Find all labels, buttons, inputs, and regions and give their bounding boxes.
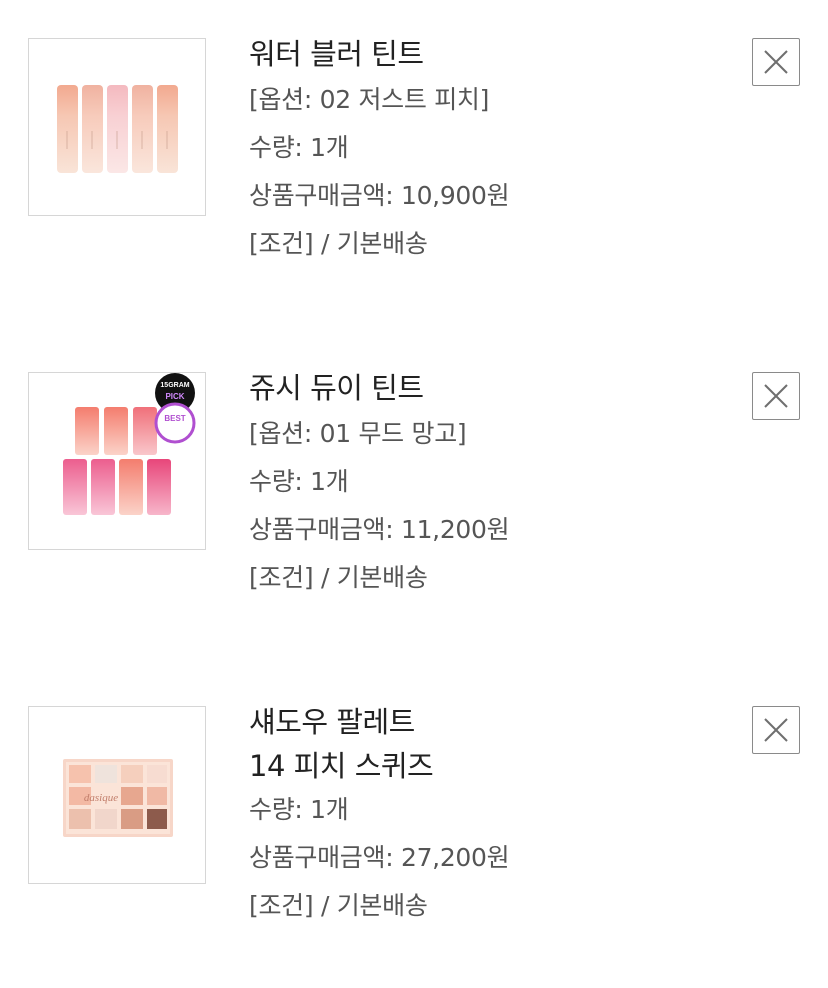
product-name[interactable]: 워터 블러 틴트 xyxy=(249,32,729,76)
product-shipping: [조건] / 기본배송 xyxy=(249,229,428,258)
close-icon xyxy=(764,718,788,742)
close-icon xyxy=(764,384,788,408)
product-price: 상품구매금액: 11,200원 xyxy=(249,515,510,544)
product-price: 상품구매금액: 10,900원 xyxy=(249,181,510,210)
product-name-line: 섀도우 팔레트 xyxy=(249,705,415,739)
product-info: 워터 블러 틴트 [옵션: 02 저스트 피치] 수량: 1개 상품구매금액: … xyxy=(249,37,729,268)
product-thumbnail[interactable]: 15GRAM PICK BEST xyxy=(28,372,206,550)
palette-brand-logo: dasique xyxy=(84,792,118,804)
product-name-line: 워터 블러 틴트 xyxy=(249,37,424,71)
product-shipping: [조건] / 기본배송 xyxy=(249,891,428,920)
product-name[interactable]: 섀도우 팔레트 14 피치 스퀴즈 xyxy=(249,700,729,788)
lip-tint-bottles-image: 15GRAM PICK BEST xyxy=(63,373,196,515)
product-quantity: 수량: 1개 xyxy=(249,467,349,496)
product-price: 상품구매금액: 27,200원 xyxy=(249,843,510,872)
product-name-line: 쥬시 듀이 틴트 xyxy=(249,371,424,405)
product-thumbnail[interactable]: dasique xyxy=(28,706,206,884)
cart-item: 15GRAM PICK BEST 쥬시 듀이 틴트 [옵션: 01 무드 망고]… xyxy=(0,371,828,652)
svg-text:BEST: BEST xyxy=(164,414,185,423)
product-thumbnail[interactable] xyxy=(28,38,206,216)
product-option: [옵션: 02 저스트 피치] xyxy=(249,85,490,114)
best-badge-icon xyxy=(154,402,196,444)
product-quantity: 수량: 1개 xyxy=(249,133,349,162)
close-icon xyxy=(764,50,788,74)
product-name[interactable]: 쥬시 듀이 틴트 xyxy=(249,366,729,410)
product-info: 쥬시 듀이 틴트 [옵션: 01 무드 망고] 수량: 1개 상품구매금액: 1… xyxy=(249,371,729,602)
remove-item-button[interactable] xyxy=(752,706,800,754)
product-shipping: [조건] / 기본배송 xyxy=(249,563,428,592)
product-info: 섀도우 팔레트 14 피치 스퀴즈 수량: 1개 상품구매금액: 27,200원… xyxy=(249,705,729,930)
remove-item-button[interactable] xyxy=(752,38,800,86)
product-option: [옵션: 01 무드 망고] xyxy=(249,419,467,448)
eyeshadow-palette-image: dasique xyxy=(63,759,173,837)
cart-item: dasique 섀도우 팔레트 14 피치 스퀴즈 수량: 1개 상품구매금액:… xyxy=(0,705,828,986)
svg-text:PICK: PICK xyxy=(165,392,184,401)
lip-tint-tubes-image xyxy=(57,85,178,173)
product-quantity: 수량: 1개 xyxy=(249,795,349,824)
cart-item: 워터 블러 틴트 [옵션: 02 저스트 피치] 수량: 1개 상품구매금액: … xyxy=(0,37,828,318)
svg-text:15GRAM: 15GRAM xyxy=(160,382,189,389)
remove-item-button[interactable] xyxy=(752,372,800,420)
product-name-line: 14 피치 스퀴즈 xyxy=(249,749,434,783)
